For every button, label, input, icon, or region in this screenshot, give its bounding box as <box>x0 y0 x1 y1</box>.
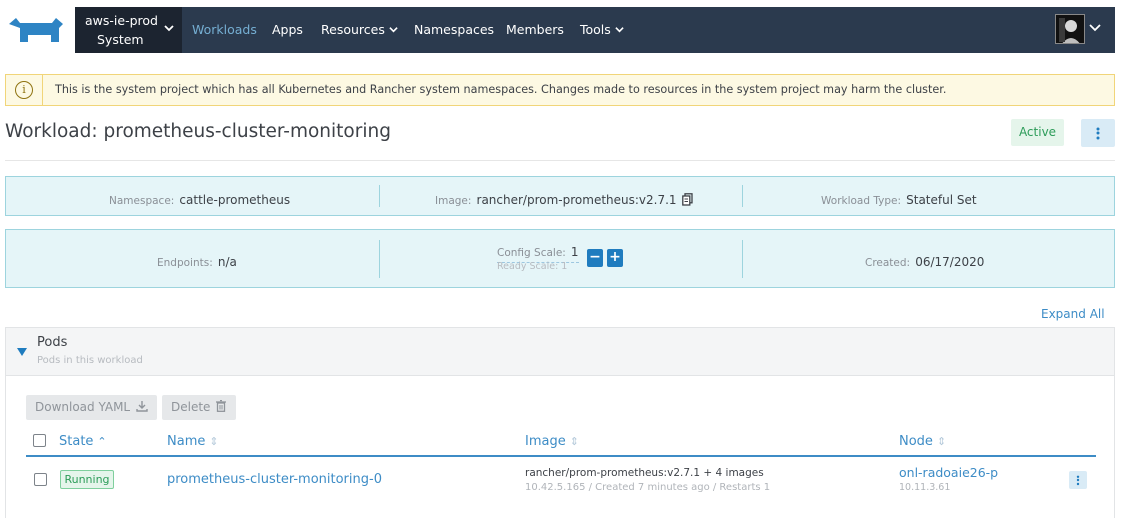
avatar-image-icon <box>1056 15 1084 43</box>
divider <box>742 240 743 278</box>
title-divider <box>5 160 1115 161</box>
created-label: Created: <box>865 257 911 269</box>
column-header-image[interactable]: Image ⇕ <box>525 434 579 449</box>
cluster-name: aws-ie-prod <box>85 13 158 28</box>
kebab-icon <box>1096 126 1100 141</box>
workload-actions-button[interactable] <box>1081 119 1115 147</box>
namespace-value: cattle-prometheus <box>179 193 291 207</box>
chevron-down-icon <box>615 27 624 33</box>
trash-icon <box>216 399 227 412</box>
kebab-icon <box>1076 474 1080 486</box>
node-header-label: Node <box>899 434 933 449</box>
collapse-triangle-icon <box>17 348 27 356</box>
workload-type-label: Workload Type: <box>821 195 902 207</box>
endpoints-value: n/a <box>217 255 237 269</box>
download-yaml-button[interactable]: Download YAML <box>26 395 157 420</box>
config-scale-label: Config Scale: <box>497 247 566 259</box>
namespace-label: Namespace: <box>109 195 175 207</box>
image-label: Image: <box>435 195 472 207</box>
expand-all-link[interactable]: Expand All <box>1041 307 1105 321</box>
select-all-checkbox[interactable] <box>33 434 46 447</box>
banner-text: This is the system project which has all… <box>55 83 947 96</box>
delete-label: Delete <box>171 400 211 414</box>
nav-namespaces[interactable]: Namespaces <box>414 22 494 38</box>
row-actions-button[interactable] <box>1069 471 1087 489</box>
pods-title: Pods <box>37 335 68 350</box>
pod-image-details: 10.42.5.165 / Created 7 minutes ago / Re… <box>525 482 771 493</box>
state-header-label: State <box>59 434 94 449</box>
page-title: Workload: prometheus-cluster-monitoring <box>5 121 391 142</box>
endpoints-label: Endpoints: <box>157 257 213 269</box>
pod-image: rancher/prom-prometheus:v2.7.1 + 4 image… <box>525 467 764 479</box>
nav-resources[interactable]: Resources <box>321 22 398 38</box>
top-header: aws-ie-prod System Workloads Apps Resour… <box>0 0 1116 59</box>
sort-icon: ⇕ <box>936 435 947 448</box>
divider <box>379 240 380 278</box>
image-header-label: Image <box>525 434 566 449</box>
image-value: rancher/prom-prometheus:v2.7.1 <box>476 193 677 207</box>
ready-scale: Ready Scale: 1 <box>497 261 568 272</box>
pods-subtitle: Pods in this workload <box>37 355 143 366</box>
scale-up-button[interactable]: + <box>607 249 623 267</box>
chevron-down-icon[interactable] <box>1089 23 1101 33</box>
created-value: 06/17/2020 <box>915 255 985 269</box>
delete-button[interactable]: Delete <box>162 395 236 420</box>
info-icon: i <box>15 81 33 99</box>
nav-resources-label: Resources <box>321 22 385 37</box>
config-scale-value: 1 <box>570 245 579 259</box>
cluster-project-switcher[interactable]: aws-ie-prod System <box>75 7 182 53</box>
chevron-down-icon <box>389 27 398 33</box>
config-scale: Config Scale: 1 <box>497 241 579 263</box>
nav-apps[interactable]: Apps <box>272 22 303 38</box>
project-name: System <box>97 32 144 47</box>
column-header-name[interactable]: Name ⇕ <box>167 434 219 449</box>
row-checkbox[interactable] <box>34 473 47 486</box>
nav-workloads[interactable]: Workloads <box>192 22 257 38</box>
name-header-label: Name <box>167 434 206 449</box>
pod-state-badge: Running <box>60 470 114 489</box>
divider <box>742 185 743 207</box>
sort-asc-icon: ⌃ <box>97 435 107 448</box>
column-header-state[interactable]: State ⌃ <box>59 434 107 449</box>
workload-scale-box: Endpoints: n/a Config Scale: 1 Ready Sca… <box>5 229 1115 288</box>
nav-members[interactable]: Members <box>506 22 564 38</box>
copy-icon[interactable] <box>681 193 693 206</box>
user-avatar[interactable] <box>1055 14 1085 44</box>
pod-node-ip: 10.11.3.61 <box>899 482 951 493</box>
rancher-logo-icon[interactable] <box>6 14 68 46</box>
workload-details-box: Namespace: cattle-prometheus Image: ranc… <box>5 176 1115 216</box>
chevron-down-icon <box>164 25 174 32</box>
download-yaml-label: Download YAML <box>35 400 131 414</box>
namespace-info: Namespace: cattle-prometheus <box>109 189 290 208</box>
workload-type-value: Stateful Set <box>906 193 977 207</box>
workload-type-info: Workload Type: Stateful Set <box>821 189 977 208</box>
sort-icon: ⇕ <box>569 435 579 448</box>
image-info: Image: rancher/prom-prometheus:v2.7.1 <box>435 189 693 208</box>
table-header-underline <box>26 455 1096 457</box>
status-badge: Active <box>1011 119 1064 146</box>
pods-section-header[interactable]: Pods Pods in this workload <box>5 327 1115 376</box>
nav-tools[interactable]: Tools <box>580 22 624 38</box>
pod-name-link[interactable]: prometheus-cluster-monitoring-0 <box>167 472 382 487</box>
scale-down-button[interactable]: − <box>587 249 603 267</box>
divider <box>379 185 380 207</box>
pod-node-link[interactable]: onl-radoaie26-p <box>899 465 998 480</box>
column-header-node[interactable]: Node ⇕ <box>899 434 946 449</box>
nav-tools-label: Tools <box>580 22 611 37</box>
endpoints-info: Endpoints: n/a <box>157 251 237 270</box>
sort-icon: ⇕ <box>209 435 219 448</box>
system-project-warning: i This is the system project which has a… <box>5 74 1115 106</box>
download-icon <box>136 401 148 412</box>
banner-divider <box>42 75 43 105</box>
created-info: Created: 06/17/2020 <box>865 251 984 270</box>
